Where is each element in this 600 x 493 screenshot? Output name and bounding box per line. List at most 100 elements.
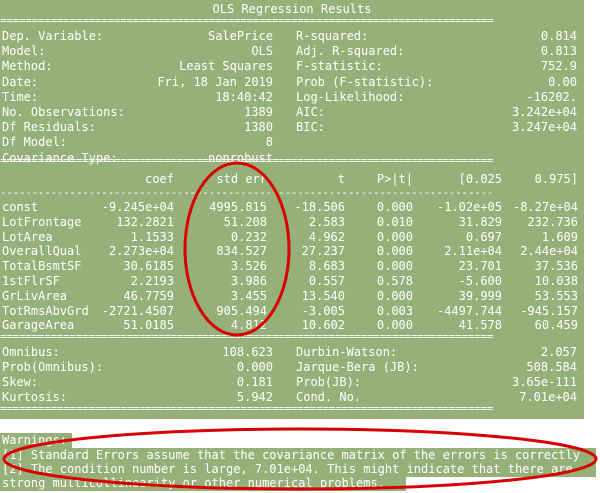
coef-cell: 0.000 [376, 288, 413, 303]
results-title: OLS Regression Results [212, 2, 372, 16]
summary-label: Log-Likelihood: [296, 89, 405, 104]
coef-cell: 1.609 [541, 229, 578, 244]
coef-cell: -18.506 [294, 200, 345, 214]
coef-cell: -5.600 [458, 274, 502, 288]
coef-column-header: t [337, 172, 345, 186]
coef-cell: 2.11e+04 [444, 244, 502, 259]
coef-cell: 0.697 [465, 229, 502, 244]
summary-value: 0.813 [540, 44, 577, 59]
coef-cell: 23.701 [458, 259, 502, 274]
coef-row-label: 1stFlrSF [2, 274, 60, 288]
summary-label: Date: [2, 74, 39, 89]
coef-cell: 0.232 [230, 229, 267, 244]
diagnostic-label: Durbin-Watson: [296, 345, 398, 359]
diagnostic-label: Kurtosis: [2, 390, 68, 404]
coef-cell: -2721.4507 [101, 303, 174, 318]
summary-label: Dep. Variable: [2, 29, 104, 43]
warning-line-2: [2] The condition number is large, 7.01e… [0, 462, 596, 477]
coef-cell: 1.1533 [130, 229, 174, 244]
coef-row-label: OverallQual [2, 244, 82, 259]
diagnostic-value: 0.181 [236, 375, 273, 389]
coef-cell: 2.273e+04 [108, 244, 174, 259]
coef-column-header: P>|t| [376, 172, 413, 186]
summary-label: Df Residuals: [2, 120, 96, 135]
coef-cell: 51.208 [223, 214, 267, 229]
coef-cell: 60.459 [534, 318, 578, 333]
summary-value: 18:40:42 [215, 89, 273, 104]
coef-cell: 31.829 [458, 214, 502, 229]
coef-cell: -945.157 [520, 303, 578, 318]
diagnostic-label: Omnibus: [2, 345, 60, 359]
coef-cell: 39.999 [458, 288, 502, 303]
diagnostic-value: 5.942 [236, 390, 273, 404]
summary-label: Time: [2, 89, 39, 104]
summary-value: SalePrice [207, 29, 273, 43]
summary-value: 3.247e+04 [511, 120, 577, 135]
summary-label: Method: [2, 59, 53, 74]
coef-row-label: GrLivArea [2, 288, 68, 303]
coef-cell: 10.602 [301, 318, 345, 333]
separator-double: ========================================… [0, 404, 494, 414]
coef-row-label: LotArea [2, 229, 53, 244]
warnings-heading: Warnings: [0, 433, 72, 448]
coef-column-header: [0.025 [458, 172, 502, 186]
summary-value: 1380 [244, 120, 273, 135]
summary-value: Least Squares [179, 59, 273, 74]
summary-value: OLS [251, 44, 273, 59]
coef-cell: 51.0185 [123, 318, 174, 333]
diagnostic-value: 108.623 [222, 345, 273, 359]
coef-cell: 3.526 [230, 259, 267, 274]
coef-cell: 37.536 [534, 259, 578, 274]
diagnostic-value: 7.01e+04 [519, 390, 577, 404]
summary-label: Prob (F-statistic): [296, 74, 434, 89]
regression-summary-screenshot: OLS Regression Results =================… [0, 0, 600, 493]
coef-cell: 0.000 [376, 200, 413, 214]
coef-cell: 905.494 [216, 303, 267, 318]
diagnostic-label: Prob(Omnibus): [2, 360, 104, 374]
diagnostic-value: 508.584 [526, 360, 577, 374]
summary-value: 8 [265, 135, 273, 150]
summary-value: 0.00 [548, 74, 577, 89]
diagnostic-value: 2.057 [540, 345, 577, 359]
coef-cell: 3.986 [230, 274, 267, 288]
coef-cell: 2.2193 [130, 274, 174, 288]
coef-row-label: LotFrontage [2, 214, 82, 229]
diagnostic-label: Cond. No. [296, 390, 362, 404]
coef-row-label: const [2, 200, 39, 214]
diagnostic-label: Jarque-Bera (JB): [296, 360, 419, 374]
separator-single: ----------------------------------------… [0, 188, 494, 198]
coef-cell: 8.683 [308, 259, 345, 274]
summary-value: Fri, 18 Jan 2019 [157, 74, 273, 89]
summary-value: 3.242e+04 [511, 105, 577, 119]
summary-value: 752.9 [540, 59, 577, 74]
coef-cell: 0.557 [308, 274, 345, 288]
summary-label: F-statistic: [296, 59, 383, 74]
coef-cell: 46.7759 [123, 288, 174, 303]
coef-cell: 132.2821 [116, 214, 174, 229]
coef-cell: -8.27e+04 [512, 200, 578, 214]
diagnostic-value: 0.000 [236, 360, 273, 374]
summary-label: Adj. R-squared: [296, 44, 405, 59]
coef-cell: 0.000 [376, 259, 413, 274]
coef-cell: 0.000 [376, 244, 413, 259]
diagnostic-label: Prob(JB): [296, 375, 362, 389]
summary-label: No. Observations: [2, 105, 125, 119]
coef-column-header: coef [145, 172, 174, 186]
coef-row-label: TotalBsmtSF [2, 259, 82, 274]
coef-cell: 0.000 [376, 229, 413, 244]
separator-double: ========================================… [0, 156, 494, 166]
coef-cell: 53.553 [534, 288, 578, 303]
coef-cell: 30.6185 [123, 259, 174, 274]
coef-row-label: TotRmsAbvGrd [2, 303, 89, 318]
coef-cell: -1.02e+05 [436, 200, 502, 214]
coef-cell: 13.540 [301, 288, 345, 303]
coef-cell: -3.005 [301, 303, 345, 318]
warning-line-1: [1] Standard Errors assume that the cova… [0, 448, 596, 463]
summary-label: Model: [2, 44, 46, 59]
diagnostic-label: Skew: [2, 375, 39, 389]
summary-label: BIC: [296, 120, 325, 135]
coef-cell: -4497.744 [436, 303, 502, 318]
coef-cell: 0.010 [376, 214, 413, 229]
summary-value: -16202. [526, 89, 577, 104]
coef-row-label: GarageArea [2, 318, 75, 333]
